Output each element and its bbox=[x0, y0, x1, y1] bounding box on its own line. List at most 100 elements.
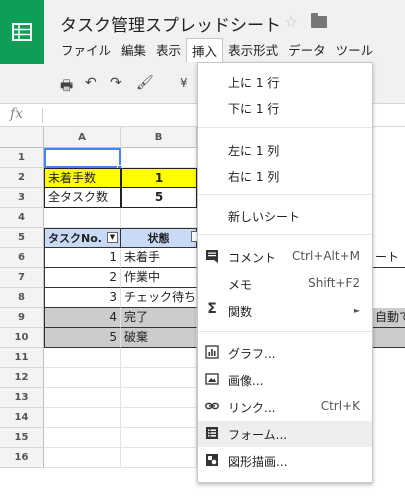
sigma-icon: Σ bbox=[207, 301, 217, 317]
cell-a3[interactable]: 全タスク数 bbox=[44, 188, 121, 208]
cell-overflow-text[interactable]: 自動で bbox=[373, 308, 405, 328]
row-header[interactable]: 11 bbox=[0, 348, 44, 368]
cell-b2[interactable]: 1 bbox=[121, 168, 197, 188]
insert-chart[interactable]: グラフ... bbox=[198, 340, 372, 366]
menu-edit[interactable]: 編集 bbox=[116, 38, 151, 60]
folder-icon[interactable] bbox=[311, 13, 327, 28]
row-header[interactable]: 5 bbox=[0, 228, 44, 248]
row-header[interactable]: 8 bbox=[0, 288, 44, 308]
row-header[interactable]: 15 bbox=[0, 428, 44, 448]
filter-dropdown-icon[interactable]: ▼ bbox=[107, 232, 118, 243]
cell-empty[interactable] bbox=[44, 388, 121, 408]
insert-drawing[interactable]: 図形描画... bbox=[198, 448, 372, 474]
insert-new-sheet[interactable]: 新しいシート bbox=[198, 203, 372, 229]
cell-empty[interactable] bbox=[121, 348, 197, 368]
menu-item-label: 右に 1 列 bbox=[228, 170, 280, 184]
row-header[interactable]: 16 bbox=[0, 448, 44, 468]
sheets-logo-icon[interactable] bbox=[0, 0, 44, 64]
menu-data[interactable]: データ bbox=[283, 38, 331, 60]
undo-icon[interactable]: ↶ bbox=[85, 75, 97, 91]
menu-item-label: リンク... bbox=[228, 401, 276, 415]
insert-form[interactable]: フォーム... bbox=[198, 421, 372, 447]
cell-a10[interactable]: 5 bbox=[44, 328, 121, 348]
menu-tools[interactable]: ツール bbox=[331, 38, 379, 60]
insert-comment[interactable]: コメント Ctrl+Alt+M bbox=[198, 244, 372, 270]
insert-image[interactable]: 画像... bbox=[198, 367, 372, 393]
select-all-corner[interactable] bbox=[0, 127, 44, 148]
formula-separator bbox=[42, 108, 43, 123]
cell-a2[interactable]: 未着手数 bbox=[44, 168, 121, 188]
insert-row-below[interactable]: 下に 1 行 bbox=[198, 95, 372, 121]
menu-file[interactable]: ファイル bbox=[56, 38, 116, 60]
paint-format-icon[interactable]: 🖌 bbox=[136, 75, 154, 91]
insert-function[interactable]: Σ 関数 ► bbox=[198, 298, 372, 324]
menu-item-label: フォーム... bbox=[228, 428, 288, 442]
row-header[interactable]: 9 bbox=[0, 308, 44, 328]
redo-icon[interactable]: ↷ bbox=[110, 75, 122, 91]
cell-b6[interactable]: 未着手 bbox=[121, 248, 197, 268]
insert-note[interactable]: メモ Shift+F2 bbox=[198, 271, 372, 297]
submenu-arrow-icon: ► bbox=[353, 306, 360, 315]
row-header[interactable]: 10 bbox=[0, 328, 44, 348]
cell-b10[interactable]: 破棄 bbox=[121, 328, 197, 348]
cell-a1-selected[interactable] bbox=[44, 148, 121, 168]
row-header[interactable]: 6 bbox=[0, 248, 44, 268]
shortcut-label: Ctrl+K bbox=[320, 399, 360, 413]
cell-a7[interactable]: 2 bbox=[44, 268, 121, 288]
column-header-b[interactable]: B bbox=[121, 127, 197, 148]
cell-empty[interactable] bbox=[121, 368, 197, 388]
row-header[interactable]: 4 bbox=[0, 208, 44, 228]
cell-b1[interactable] bbox=[121, 148, 197, 168]
cell-overflow-text[interactable]: ート bbox=[373, 248, 405, 268]
cell-a6[interactable]: 1 bbox=[44, 248, 121, 268]
row-header[interactable]: 14 bbox=[0, 408, 44, 428]
row-header[interactable]: 3 bbox=[0, 188, 44, 208]
cell-empty[interactable] bbox=[44, 348, 121, 368]
cell-empty[interactable] bbox=[121, 388, 197, 408]
insert-column-right[interactable]: 右に 1 列 bbox=[198, 163, 372, 189]
cell-a5-header[interactable]: タスクNo. ▼ bbox=[44, 228, 121, 248]
row-header[interactable]: 13 bbox=[0, 388, 44, 408]
star-icon[interactable]: ☆ bbox=[284, 12, 298, 31]
menu-item-label: 画像... bbox=[228, 374, 264, 388]
insert-column-left[interactable]: 左に 1 列 bbox=[198, 137, 372, 163]
row-header[interactable]: 7 bbox=[0, 268, 44, 288]
cell-b8[interactable]: チェック待ち bbox=[121, 288, 197, 308]
chart-icon bbox=[204, 345, 220, 361]
row-header[interactable]: 12 bbox=[0, 368, 44, 388]
cell-empty[interactable] bbox=[44, 408, 121, 428]
formula-input[interactable] bbox=[50, 108, 190, 124]
menu-insert[interactable]: 挿入 bbox=[186, 38, 224, 62]
cell-empty[interactable] bbox=[44, 368, 121, 388]
cell-empty[interactable] bbox=[44, 448, 121, 468]
cell-empty[interactable] bbox=[121, 428, 197, 448]
cell-b7[interactable]: 作業中 bbox=[121, 268, 197, 288]
cell-b9[interactable]: 完了 bbox=[121, 308, 197, 328]
row-header[interactable]: 1 bbox=[0, 148, 44, 168]
menu-view[interactable]: 表示 bbox=[151, 38, 186, 60]
cell-gray-fill[interactable] bbox=[373, 328, 405, 348]
cell-empty[interactable] bbox=[44, 428, 121, 448]
cell-b3[interactable]: 5 bbox=[121, 188, 197, 208]
insert-row-above[interactable]: 上に 1 行 bbox=[198, 69, 372, 95]
currency-format-icon[interactable]: ¥ bbox=[180, 76, 188, 90]
cell-empty[interactable] bbox=[121, 408, 197, 428]
drawing-icon bbox=[204, 453, 220, 469]
menu-item-label: コメント bbox=[228, 251, 277, 265]
cell-empty[interactable] bbox=[121, 448, 197, 468]
cell-a8[interactable]: 3 bbox=[44, 288, 121, 308]
row-header[interactable]: 2 bbox=[0, 168, 44, 188]
print-icon[interactable]: 🖶 bbox=[60, 75, 73, 99]
column-header-a[interactable]: A bbox=[44, 127, 121, 148]
menu-format[interactable]: 表示形式 bbox=[223, 38, 283, 60]
insert-link[interactable]: リンク... Ctrl+K bbox=[198, 394, 372, 420]
document-title[interactable]: タスク管理スプレッドシート bbox=[60, 11, 281, 36]
cell-b4[interactable] bbox=[121, 208, 197, 228]
cell-a9[interactable]: 4 bbox=[44, 308, 121, 328]
app-header: タスク管理スプレッドシート ☆ ファイル 編集 表示 挿入 表示形式 データ ツ… bbox=[0, 0, 405, 64]
menu-item-label: 左に 1 列 bbox=[228, 144, 280, 158]
cell-a4[interactable] bbox=[44, 208, 121, 228]
menu-item-label: 新しいシート bbox=[228, 210, 301, 224]
cell-b5-header[interactable]: 状態 bbox=[121, 228, 197, 248]
menu-bar: ファイル 編集 表示 挿入 表示形式 データ ツール bbox=[56, 38, 379, 62]
